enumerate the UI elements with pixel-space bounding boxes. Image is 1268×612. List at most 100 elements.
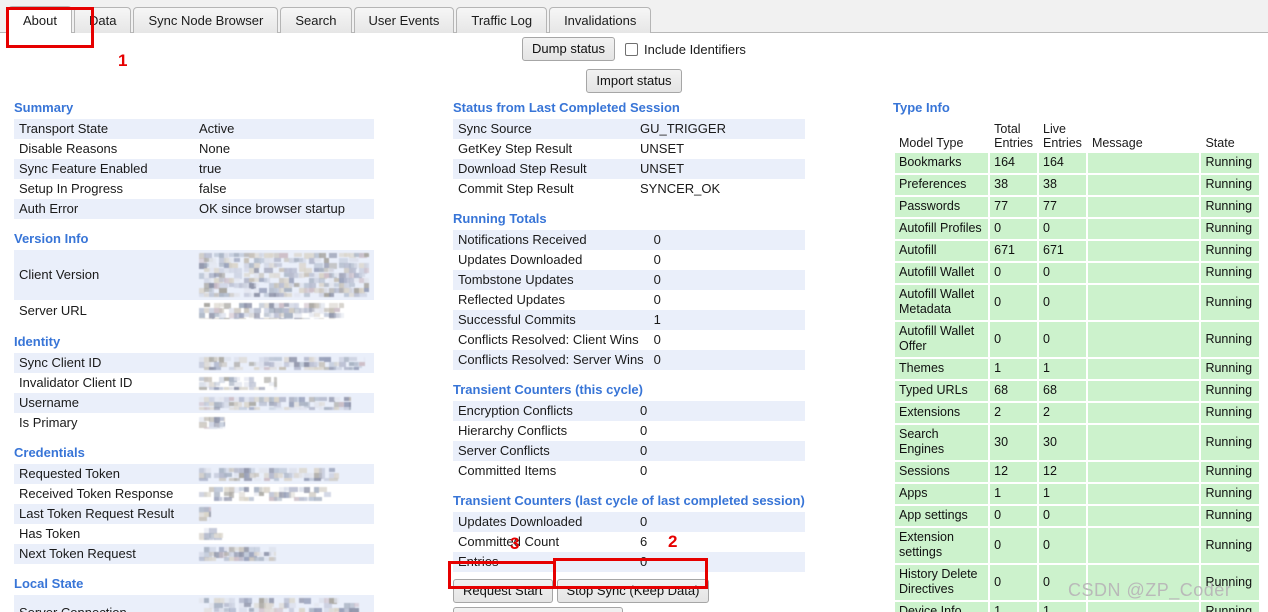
table-row: Transport State Active xyxy=(14,119,374,139)
live-entries-cell: 1 xyxy=(1039,359,1086,379)
row-value xyxy=(194,353,374,373)
row-label: Next Token Request xyxy=(14,544,194,564)
row-value: 1 xyxy=(648,310,805,330)
live-entries-cell: 68 xyxy=(1039,381,1086,401)
table-row: Server URL xyxy=(14,300,374,322)
version-info-table: Client Version Server URL xyxy=(14,250,374,322)
live-entries-cell: 0 xyxy=(1039,263,1086,283)
state-cell: Running xyxy=(1201,462,1259,482)
table-row: Next Token Request xyxy=(14,544,374,564)
tab-about[interactable]: About xyxy=(8,6,72,33)
table-row: Autofill Wallet Metadata 0 0 Running xyxy=(895,285,1259,320)
state-cell: Running xyxy=(1201,528,1259,563)
state-cell: Running xyxy=(1201,565,1259,600)
redacted-value xyxy=(199,487,333,501)
total-entries-cell: 1 xyxy=(990,602,1038,612)
table-row: Username xyxy=(14,393,374,413)
message-cell xyxy=(1087,359,1200,379)
live-entries-cell: 0 xyxy=(1039,565,1086,600)
tab-strip: About Data Sync Node Browser Search User Eve… xyxy=(0,0,1268,33)
model-type-cell: App settings xyxy=(895,506,989,526)
state-cell: Running xyxy=(1201,241,1259,261)
total-entries-cell: 671 xyxy=(990,241,1038,261)
row-value xyxy=(194,373,374,393)
redacted-value xyxy=(199,528,223,540)
message-cell xyxy=(1087,241,1200,261)
message-cell xyxy=(1087,175,1200,195)
annotation-number-2: 2 xyxy=(668,532,678,551)
row-value: UNSET xyxy=(635,159,805,179)
table-row: Bookmarks 164 164 Running xyxy=(895,153,1259,173)
table-row: Requested Token xyxy=(14,464,374,484)
live-entries-cell: 38 xyxy=(1039,175,1086,195)
live-entries-cell: 77 xyxy=(1039,197,1086,217)
tab-traffic-log[interactable]: Traffic Log xyxy=(456,7,548,33)
row-value: 0 xyxy=(648,230,805,250)
total-entries-cell: 12 xyxy=(990,462,1038,482)
redacted-value xyxy=(199,253,369,297)
total-entries-cell: 1 xyxy=(990,484,1038,504)
state-cell: Running xyxy=(1201,153,1259,173)
credentials-heading: Credentials xyxy=(14,445,85,460)
table-row: Client Version xyxy=(14,250,374,300)
redacted-value xyxy=(199,507,211,521)
tab-data[interactable]: Data xyxy=(73,7,132,33)
live-entries-cell: 671 xyxy=(1039,241,1086,261)
tab-invalidations[interactable]: Invalidations xyxy=(549,7,652,33)
row-label: Commit Step Result xyxy=(453,179,635,199)
state-cell: Running xyxy=(1201,197,1259,217)
annotation-number-3: 3 xyxy=(510,534,520,553)
include-identifiers-label: Include Identifiers xyxy=(644,41,746,57)
total-entries-cell: 0 xyxy=(990,285,1038,320)
table-row: Tombstone Updates 0 xyxy=(453,270,805,290)
import-status-button[interactable]: Import status xyxy=(586,69,682,93)
local-state-table: Server Connection xyxy=(14,595,374,612)
request-start-button[interactable]: Request Start xyxy=(453,579,553,603)
include-identifiers-checkbox-wrap[interactable]: Include Identifiers xyxy=(625,42,746,57)
stop-sync-keep-data-button[interactable]: Stop Sync (Keep Data) xyxy=(556,579,710,603)
table-row: Updates Downloaded 0 xyxy=(453,512,805,532)
tab-user-events[interactable]: User Events xyxy=(353,7,455,33)
row-label: Server Conflicts xyxy=(453,441,635,461)
live-entries-cell: 1 xyxy=(1039,602,1086,612)
tab-sync-node-browser[interactable]: Sync Node Browser xyxy=(133,7,279,33)
dump-status-button[interactable]: Dump status xyxy=(522,37,616,61)
model-type-cell: Autofill Profiles xyxy=(895,219,989,239)
total-entries-cell: 0 xyxy=(990,322,1038,357)
column-header: State xyxy=(1201,121,1259,151)
redacted-value xyxy=(199,396,351,410)
transient-this-cycle-heading: Transient Counters (this cycle) xyxy=(453,382,643,397)
table-row: Notifications Received 0 xyxy=(453,230,805,250)
state-cell: Running xyxy=(1201,403,1259,423)
message-cell xyxy=(1087,565,1200,600)
tab-search[interactable]: Search xyxy=(280,7,352,33)
state-cell: Running xyxy=(1201,381,1259,401)
transient-this-cycle-table: Encryption Conflicts 0 Hierarchy Conflicts… xyxy=(453,401,805,481)
row-label: Is Primary xyxy=(14,413,194,433)
row-label: Auth Error xyxy=(14,199,194,219)
table-row: Sync Client ID xyxy=(14,353,374,373)
identity-heading: Identity xyxy=(14,334,61,349)
type-info-heading: Type Info xyxy=(893,100,950,115)
row-value: 0 xyxy=(635,421,805,441)
row-value: 0 xyxy=(648,350,805,370)
model-type-cell: Preferences xyxy=(895,175,989,195)
table-row: Preferences 38 38 Running xyxy=(895,175,1259,195)
redacted-value xyxy=(199,467,339,481)
table-row: Auth Error OK since browser startup xyxy=(14,199,374,219)
column-header: Message xyxy=(1087,121,1200,151)
message-cell xyxy=(1087,528,1200,563)
include-identifiers-checkbox[interactable] xyxy=(625,42,639,56)
row-label: Sync Client ID xyxy=(14,353,194,373)
row-value xyxy=(194,464,374,484)
running-totals-table: Notifications Received 0 Updates Downloade… xyxy=(453,230,805,370)
disable-sync-clear-data-button[interactable]: Disable Sync (Clear Data) xyxy=(453,607,624,612)
message-cell xyxy=(1087,219,1200,239)
model-type-cell: Bookmarks xyxy=(895,153,989,173)
row-value: 0 xyxy=(635,461,805,481)
live-entries-cell: 0 xyxy=(1039,322,1086,357)
summary-heading: Summary xyxy=(14,100,74,115)
live-entries-cell: 0 xyxy=(1039,506,1086,526)
table-row: Autofill Wallet 0 0 Running xyxy=(895,263,1259,283)
table-row: Download Step Result UNSET xyxy=(453,159,805,179)
